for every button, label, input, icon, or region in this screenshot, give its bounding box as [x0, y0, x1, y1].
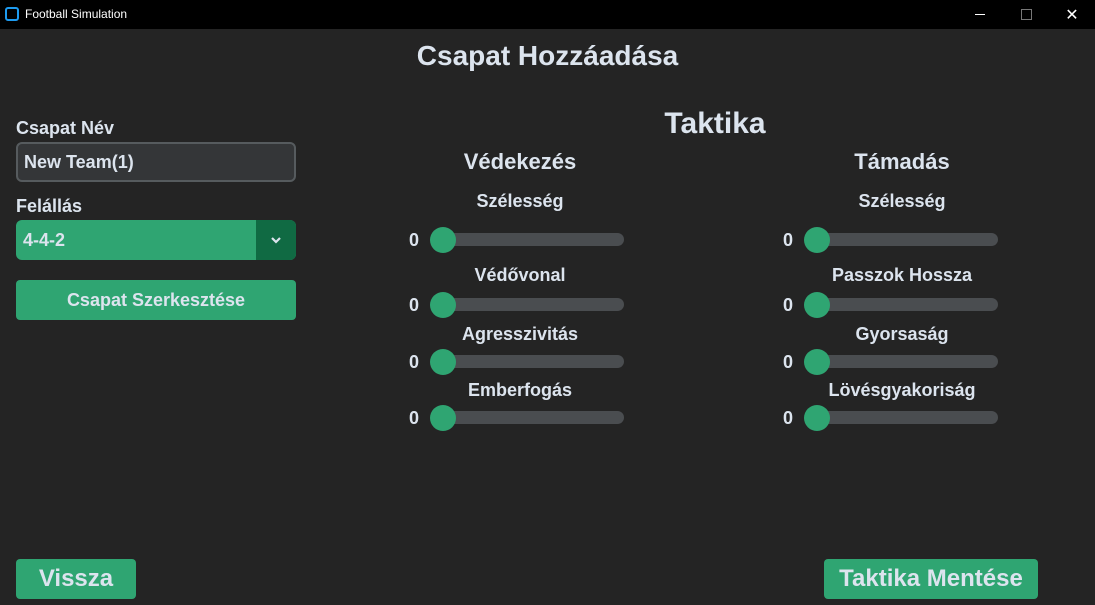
- app-icon: [5, 7, 19, 21]
- defense-line-slider-handle[interactable]: [430, 292, 456, 318]
- minimize-button[interactable]: [957, 0, 1003, 29]
- speed-slider-handle[interactable]: [804, 349, 830, 375]
- man-marking-label: Emberfogás: [467, 380, 573, 400]
- page-title: Csapat Hozzáadása: [416, 40, 679, 71]
- formation-label: Felállás: [16, 196, 83, 216]
- edit-team-button[interactable]: Csapat Szerkesztése: [16, 280, 296, 320]
- back-button[interactable]: Vissza: [16, 559, 136, 599]
- speed-label: Gyorsaság: [855, 324, 949, 344]
- defense-line-value: 0: [408, 295, 419, 315]
- defense-width-slider-handle[interactable]: [430, 227, 456, 253]
- save-tactics-button[interactable]: Taktika Mentése: [824, 559, 1038, 599]
- window-titlebar: Football Simulation ✕: [0, 0, 1095, 29]
- shot-frequency-slider-handle[interactable]: [804, 405, 830, 431]
- maximize-icon: [1020, 9, 1032, 20]
- close-button[interactable]: ✕: [1049, 0, 1095, 29]
- tactics-title: Taktika: [664, 107, 766, 140]
- pass-length-slider-handle[interactable]: [804, 292, 830, 318]
- pass-length-slider[interactable]: [812, 298, 998, 311]
- defense-line-label: Védővonal: [474, 265, 566, 285]
- team-name-label: Csapat Név: [16, 118, 115, 138]
- attack-width-label: Szélesség: [858, 191, 946, 211]
- attack-width-slider-handle[interactable]: [804, 227, 830, 253]
- aggression-label: Agresszivitás: [461, 324, 579, 344]
- speed-value: 0: [782, 352, 793, 372]
- aggression-value: 0: [408, 352, 419, 372]
- defense-width-slider[interactable]: [438, 233, 624, 246]
- team-name-input[interactable]: [16, 142, 296, 182]
- attack-width-slider[interactable]: [812, 233, 998, 246]
- speed-slider[interactable]: [812, 355, 998, 368]
- formation-value: 4-4-2: [23, 230, 66, 250]
- defense-width-label: Szélesség: [476, 191, 564, 211]
- maximize-button[interactable]: [1003, 0, 1049, 29]
- defense-title: Védekezés: [463, 149, 577, 174]
- man-marking-slider[interactable]: [438, 411, 624, 424]
- aggression-slider[interactable]: [438, 355, 624, 368]
- defense-width-value: 0: [408, 230, 419, 250]
- attack-width-value: 0: [782, 230, 793, 250]
- attack-title: Támadás: [854, 149, 950, 174]
- aggression-slider-handle[interactable]: [430, 349, 456, 375]
- shot-frequency-value: 0: [782, 408, 793, 428]
- pass-length-label: Passzok Hossza: [831, 265, 973, 285]
- formation-select[interactable]: 4-4-2: [16, 220, 296, 260]
- chevron-down-icon[interactable]: [256, 220, 296, 260]
- defense-line-slider[interactable]: [438, 298, 624, 311]
- pass-length-value: 0: [782, 295, 793, 315]
- shot-frequency-slider[interactable]: [812, 411, 998, 424]
- window-title: Football Simulation: [25, 7, 128, 21]
- man-marking-value: 0: [408, 408, 419, 428]
- man-marking-slider-handle[interactable]: [430, 405, 456, 431]
- shot-frequency-label: Lövésgyakoriság: [828, 380, 976, 400]
- minimize-icon: [975, 14, 985, 15]
